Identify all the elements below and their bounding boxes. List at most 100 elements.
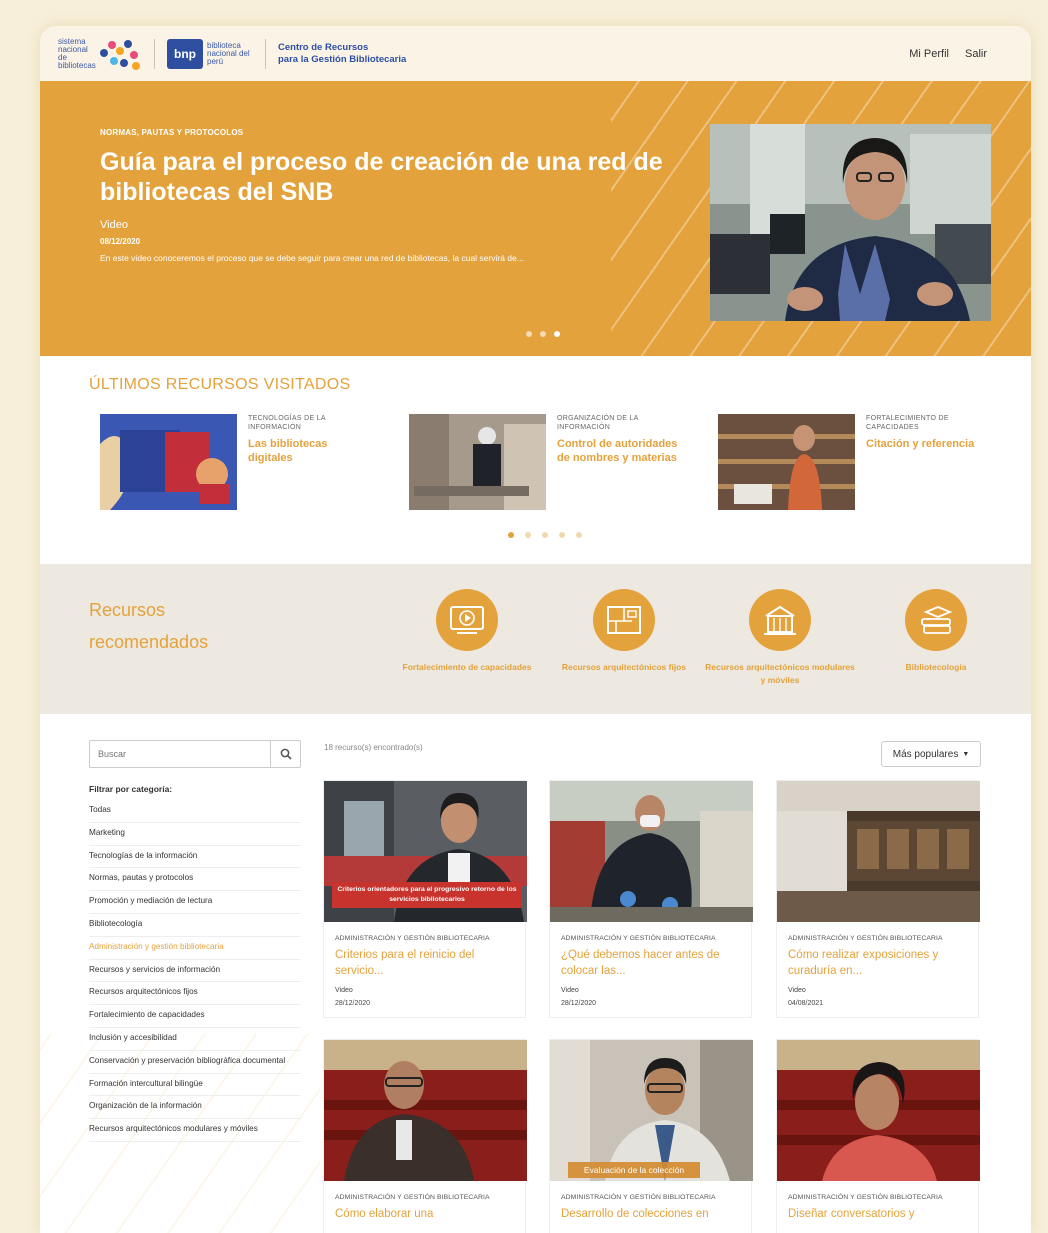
recent-category: TECNOLOGÍAS DE LA INFORMACIÓN [248,415,326,431]
filter-item[interactable]: Recursos arquitectónicos modulares y móv… [89,1119,301,1142]
pager-dot-active[interactable] [508,532,514,538]
recent-item[interactable]: ORGANIZACIÓN DE LA INFORMACIÓN Control d… [409,414,689,510]
pager-dot[interactable] [576,532,582,538]
recent-item-title[interactable]: Citación y referencia [866,437,991,451]
site-title[interactable]: Centro de Recursos para la Gestión Bibli… [278,42,406,66]
card-thumbnail[interactable] [550,781,753,922]
card-category: ADMINISTRACIÓN Y GESTIÓN BIBLIOTECARIA [335,935,490,942]
filter-item[interactable]: Promoción y mediación de lectura [89,891,301,914]
hero-description: En este video conoceremos el proceso que… [100,253,524,263]
snb-logo[interactable]: sistema nacional de bibliotecas [58,37,142,71]
card-title[interactable]: Desarrollo de colecciones en [561,1206,746,1222]
card-category: ADMINISTRACIÓN Y GESTIÓN BIBLIOTECARIA [561,935,716,942]
recent-thumbnail[interactable] [100,414,237,510]
hero-date: 08/12/2020 [100,237,141,246]
recent-item-title[interactable]: Las bibliotecas digitales [248,437,373,465]
bnp-badge: bnp [167,38,203,69]
card-title[interactable]: Diseñar conversatorios y [788,1206,973,1222]
sort-label: Más populares [892,748,959,760]
card-thumbnail[interactable] [324,1040,527,1181]
recent-category: ORGANIZACIÓN DE LA INFORMACIÓN [557,415,639,431]
filter-item[interactable]: Tecnologías de la información [89,846,301,869]
hero-banner: NORMAS, PAUTAS Y PROTOCOLOS Guía para el… [40,81,1031,356]
recommended-category[interactable]: Recursos arquitectónicos modulares y móv… [705,589,855,687]
top-header: sistema nacional de bibliotecas bnp bibl… [40,26,1031,81]
profile-link[interactable]: Mi Perfil [909,48,949,60]
filter-title: Filtrar por categoría: [89,784,173,794]
card-title[interactable]: Cómo elaborar una [335,1206,520,1222]
search-button[interactable] [270,741,300,767]
recommended-category-label: Fortalecimiento de capacidades [402,662,532,672]
card-type: Video [335,987,353,994]
card-thumbnail[interactable] [777,1040,980,1181]
building-icon[interactable] [749,589,811,651]
video-play-icon[interactable] [436,589,498,651]
pager-dot[interactable] [559,532,565,538]
hero-video-thumbnail[interactable] [710,124,991,321]
recent-category: FORTALECIMIENTO DE CAPACIDADES [866,415,949,431]
filter-item[interactable]: Bibliotecología [89,914,301,937]
carousel-dot[interactable] [540,331,546,337]
recent-item[interactable]: TECNOLOGÍAS DE LA INFORMACIÓN Las biblio… [100,414,380,510]
card-date: 28/12/2020 [335,1000,371,1007]
resource-card[interactable]: Criterios orientadores para el progresiv… [323,780,527,1018]
pager-dot[interactable] [525,532,531,538]
card-date: 28/12/2020 [561,1000,597,1007]
recommended-category[interactable]: Recursos arquitectónicos fijos [549,589,699,674]
recent-thumbnail[interactable] [409,414,546,510]
recommended-category-label: Recursos arquitectónicos modulares y móv… [705,662,855,685]
filter-item[interactable]: Recursos arquitectónicos fijos [89,982,301,1006]
carousel-dot[interactable] [526,331,532,337]
resource-card[interactable]: ADMINISTRACIÓN Y GESTIÓN BIBLIOTECARIA ¿… [549,780,753,1018]
card-title[interactable]: ¿Qué debemos hacer antes de colocar las.… [561,947,746,979]
carousel-dot-active[interactable] [554,331,560,337]
resource-card[interactable]: ADMINISTRACIÓN Y GESTIÓN BIBLIOTECARIA C… [323,1039,527,1233]
caret-down-icon: ▼ [962,750,970,758]
search-input[interactable] [90,741,270,767]
card-category: ADMINISTRACIÓN Y GESTIÓN BIBLIOTECARIA [788,935,943,942]
hero-category: NORMAS, PAUTAS Y PROTOCOLOS [100,128,244,137]
filter-item[interactable]: Conservación y preservación bibliográfic… [89,1051,301,1074]
sort-dropdown[interactable]: Más populares ▼ [881,741,981,767]
recent-thumbnail[interactable] [718,414,855,510]
card-thumbnail[interactable]: Evaluación de la colección [550,1040,753,1181]
filter-item[interactable]: Fortalecimiento de capacidades [89,1005,301,1028]
hero-title[interactable]: Guía para el proceso de creación de una … [100,147,680,207]
pager-dot[interactable] [542,532,548,538]
page-frame: sistema nacional de bibliotecas bnp bibl… [40,26,1031,1233]
filter-item[interactable]: Recursos y servicios de información [89,960,301,983]
recent-item[interactable]: FORTALECIMIENTO DE CAPACIDADES Citación … [718,414,998,510]
hero-type: Video [100,219,128,231]
filter-item[interactable]: Marketing [89,823,301,846]
card-title[interactable]: Cómo realizar exposiciones y curaduría e… [788,947,973,979]
recommended-category[interactable]: Bibliotecología [861,589,1011,674]
logout-link[interactable]: Salir [965,48,987,60]
filter-item[interactable]: Normas, pautas y protocolos [89,868,301,892]
site-title-line2: para la Gestión Bibliotecaria [278,53,407,65]
logo-divider [154,38,155,69]
card-category: ADMINISTRACIÓN Y GESTIÓN BIBLIOTECARIA [561,1194,716,1201]
card-thumbnail[interactable] [777,781,980,922]
card-type: Video [788,987,806,994]
books-icon[interactable] [905,589,967,651]
recent-pager [508,532,582,538]
search-box [89,740,301,768]
results-count: 18 recurso(s) encontrado(s) [324,743,423,752]
resource-card[interactable]: ADMINISTRACIÓN Y GESTIÓN BIBLIOTECARIA D… [776,1039,980,1233]
filter-item[interactable]: Inclusión y accesibilidad [89,1028,301,1051]
floor-plan-icon[interactable] [593,589,655,651]
filter-item[interactable]: Todas [89,800,301,823]
filter-item[interactable]: Formación intercultural bilingüe [89,1074,301,1097]
card-category: ADMINISTRACIÓN Y GESTIÓN BIBLIOTECARIA [788,1194,943,1201]
filter-item[interactable]: Organización de la información [89,1096,301,1120]
resource-listing: Filtrar por categoría: Todas Marketing T… [40,714,1031,1233]
card-type: Video [561,987,579,994]
card-title[interactable]: Criterios para el reinicio del servicio.… [335,947,520,979]
recent-item-title[interactable]: Control de autoridades de nombres y mate… [557,437,682,465]
filter-item-active[interactable]: Administración y gestión bibliotecaria [89,937,301,960]
bnp-logo[interactable]: bnp biblioteca nacional del perú [167,38,253,69]
recommended-category[interactable]: Fortalecimiento de capacidades [392,589,542,674]
resource-card[interactable]: ADMINISTRACIÓN Y GESTIÓN BIBLIOTECARIA C… [776,780,980,1018]
resource-card[interactable]: Evaluación de la colección ADMINISTRACIÓ… [549,1039,753,1233]
card-thumbnail[interactable]: Criterios orientadores para el progresiv… [324,781,527,922]
